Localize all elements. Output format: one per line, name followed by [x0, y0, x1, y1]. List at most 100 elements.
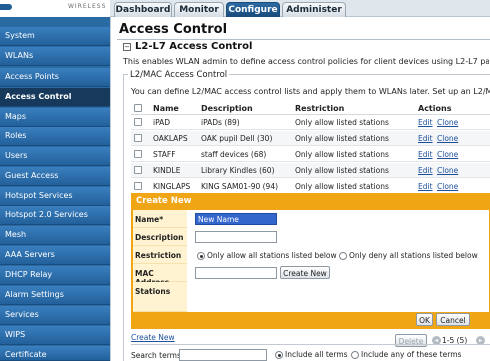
- restriction-deny-radio[interactable]: [339, 252, 347, 260]
- row-description: staff devices (68): [201, 150, 267, 159]
- create-new-form: Name* Description Restriction Only allow…: [133, 210, 489, 327]
- row-description: KING SAM01-90 (94): [201, 182, 279, 191]
- form-footer: OK Cancel: [133, 312, 489, 327]
- tab-administer[interactable]: Administer: [282, 2, 346, 17]
- sidebar-item-access-points[interactable]: Access Points: [0, 68, 110, 87]
- column-header-description[interactable]: Description: [201, 104, 253, 113]
- row-checkbox[interactable]: [134, 118, 142, 126]
- row-description: OAK pupil Dell (30): [201, 134, 273, 143]
- fieldset-legend: L2/MAC Access Control: [128, 70, 230, 80]
- description-label: Description: [133, 228, 187, 246]
- tab-monitor[interactable]: Monitor: [174, 2, 224, 17]
- row-name: STAFF: [153, 150, 176, 159]
- sidebar-item-system[interactable]: System: [0, 27, 110, 46]
- mac-address-label: MAC Address: [133, 264, 187, 287]
- edit-link[interactable]: Edit: [418, 182, 433, 191]
- mac-address-input[interactable]: [195, 267, 277, 279]
- table-row: OAKLAPS OAK pupil Dell (30) Only allow l…: [131, 131, 490, 146]
- clone-link[interactable]: Clone: [437, 182, 458, 191]
- row-checkbox[interactable]: [134, 134, 142, 142]
- sidebar-item-wips[interactable]: WIPS: [0, 326, 110, 345]
- clone-link[interactable]: Clone: [437, 134, 458, 143]
- tab-dashboard[interactable]: Dashboard: [114, 2, 172, 17]
- sidebar-item-guest-access[interactable]: Guest Access: [0, 167, 110, 186]
- description-input[interactable]: [195, 231, 277, 243]
- search-input[interactable]: [179, 349, 267, 361]
- row-checkbox[interactable]: [134, 182, 142, 190]
- sidebar-item-roles[interactable]: Roles: [0, 127, 110, 146]
- sidebar-item-alarm-settings[interactable]: Alarm Settings: [0, 286, 110, 305]
- section-description: This enables WLAN admin to define access…: [123, 57, 489, 66]
- row-restriction: Only allow listed stations: [295, 166, 389, 175]
- edit-link[interactable]: Edit: [418, 118, 433, 127]
- select-all-checkbox[interactable]: [134, 104, 142, 112]
- include-any-radio[interactable]: [351, 351, 359, 359]
- tab-configure[interactable]: Configure: [226, 2, 280, 17]
- restriction-label: Restriction: [133, 246, 187, 264]
- sidebar-item-aaa-servers[interactable]: AAA Servers: [0, 246, 110, 265]
- stations-list: [189, 282, 489, 312]
- create-new-mac-button[interactable]: Create New: [280, 266, 330, 279]
- sidebar-item-mesh[interactable]: Mesh: [0, 226, 110, 245]
- section-title: L2-L7 Access Control: [135, 41, 253, 52]
- table-row: iPAD iPADs (89) Only allow listed statio…: [131, 115, 490, 130]
- sidebar-item-wlans[interactable]: WLANs: [0, 47, 110, 66]
- edit-link[interactable]: Edit: [418, 166, 433, 175]
- sidebar-item-maps[interactable]: Maps: [0, 108, 110, 127]
- sidebar-item-services[interactable]: Services: [0, 306, 110, 325]
- cancel-button[interactable]: Cancel: [436, 313, 470, 326]
- ok-button[interactable]: OK: [416, 313, 433, 326]
- sidebar-item-hotspot-2-services[interactable]: Hotspot 2.0 Services: [0, 206, 110, 225]
- ruckus-logo: WIRELESS: [0, 0, 110, 17]
- footer-divider: [131, 344, 490, 345]
- restriction-allow-radio[interactable]: [197, 252, 205, 260]
- column-header-actions: Actions: [418, 104, 452, 113]
- column-header-name[interactable]: Name: [153, 104, 179, 113]
- restriction-allow-label: Only allow all stations listed below: [207, 251, 337, 260]
- search-terms-label: Search terms: [131, 351, 181, 360]
- stations-label: Stations: [133, 282, 187, 312]
- top-nav-tabs: Dashboard Monitor Configure Administer: [110, 0, 490, 17]
- name-input[interactable]: [195, 213, 277, 225]
- sidebar-item-hotspot-services[interactable]: Hotspot Services: [0, 187, 110, 206]
- row-restriction: Only allow listed stations: [295, 118, 389, 127]
- main-content: Access Control − L2-L7 Access Control Th…: [110, 17, 490, 361]
- row-restriction: Only allow listed stations: [295, 182, 389, 191]
- edit-link[interactable]: Edit: [418, 150, 433, 159]
- clone-link[interactable]: Clone: [437, 150, 458, 159]
- edit-link[interactable]: Edit: [418, 134, 433, 143]
- title-divider: [117, 39, 490, 40]
- page-title: Access Control: [119, 22, 228, 37]
- logo-text: WIRELESS: [68, 3, 107, 10]
- table-row: KINGLAPS KING SAM01-90 (94) Only allow l…: [131, 179, 490, 194]
- include-all-radio[interactable]: [275, 351, 283, 359]
- create-new-header: Create New: [133, 195, 490, 208]
- create-new-panel: Create New Name* Description Restriction…: [131, 193, 490, 329]
- sidebar-item-access-control[interactable]: Access Control: [0, 88, 110, 107]
- fieldset-description: You can define L2/MAC access control lis…: [131, 87, 490, 96]
- table-row: STAFF staff devices (68) Only allow list…: [131, 147, 490, 162]
- sidebar-item-users[interactable]: Users: [0, 147, 110, 166]
- row-name: iPAD: [153, 118, 171, 127]
- name-label: Name*: [133, 210, 187, 228]
- clone-link[interactable]: Clone: [437, 118, 458, 127]
- row-name: KINDLE: [153, 166, 181, 175]
- restriction-deny-label: Only deny all stations listed below: [349, 251, 478, 260]
- collapse-toggle-icon[interactable]: −: [123, 43, 131, 51]
- clone-link[interactable]: Clone: [437, 166, 458, 175]
- delete-button[interactable]: Delete: [395, 334, 427, 347]
- logo-swoosh-icon: [0, 4, 12, 10]
- table-row: KINDLE Library Kindles (60) Only allow l…: [131, 163, 490, 178]
- sidebar-item-certificate[interactable]: Certificate: [0, 346, 110, 361]
- column-header-restriction[interactable]: Restriction: [295, 104, 344, 113]
- sidebar-item-dhcp-relay[interactable]: DHCP Relay: [0, 266, 110, 285]
- row-checkbox[interactable]: [134, 166, 142, 174]
- row-description: Library Kindles (60): [201, 166, 275, 175]
- row-description: iPADs (89): [201, 118, 240, 127]
- row-name: KINGLAPS: [153, 182, 191, 191]
- create-new-link[interactable]: Create New: [131, 333, 175, 342]
- row-restriction: Only allow listed stations: [295, 134, 389, 143]
- include-all-label: Include all terms: [285, 350, 348, 359]
- row-name: OAKLAPS: [153, 134, 188, 143]
- row-checkbox[interactable]: [134, 150, 142, 158]
